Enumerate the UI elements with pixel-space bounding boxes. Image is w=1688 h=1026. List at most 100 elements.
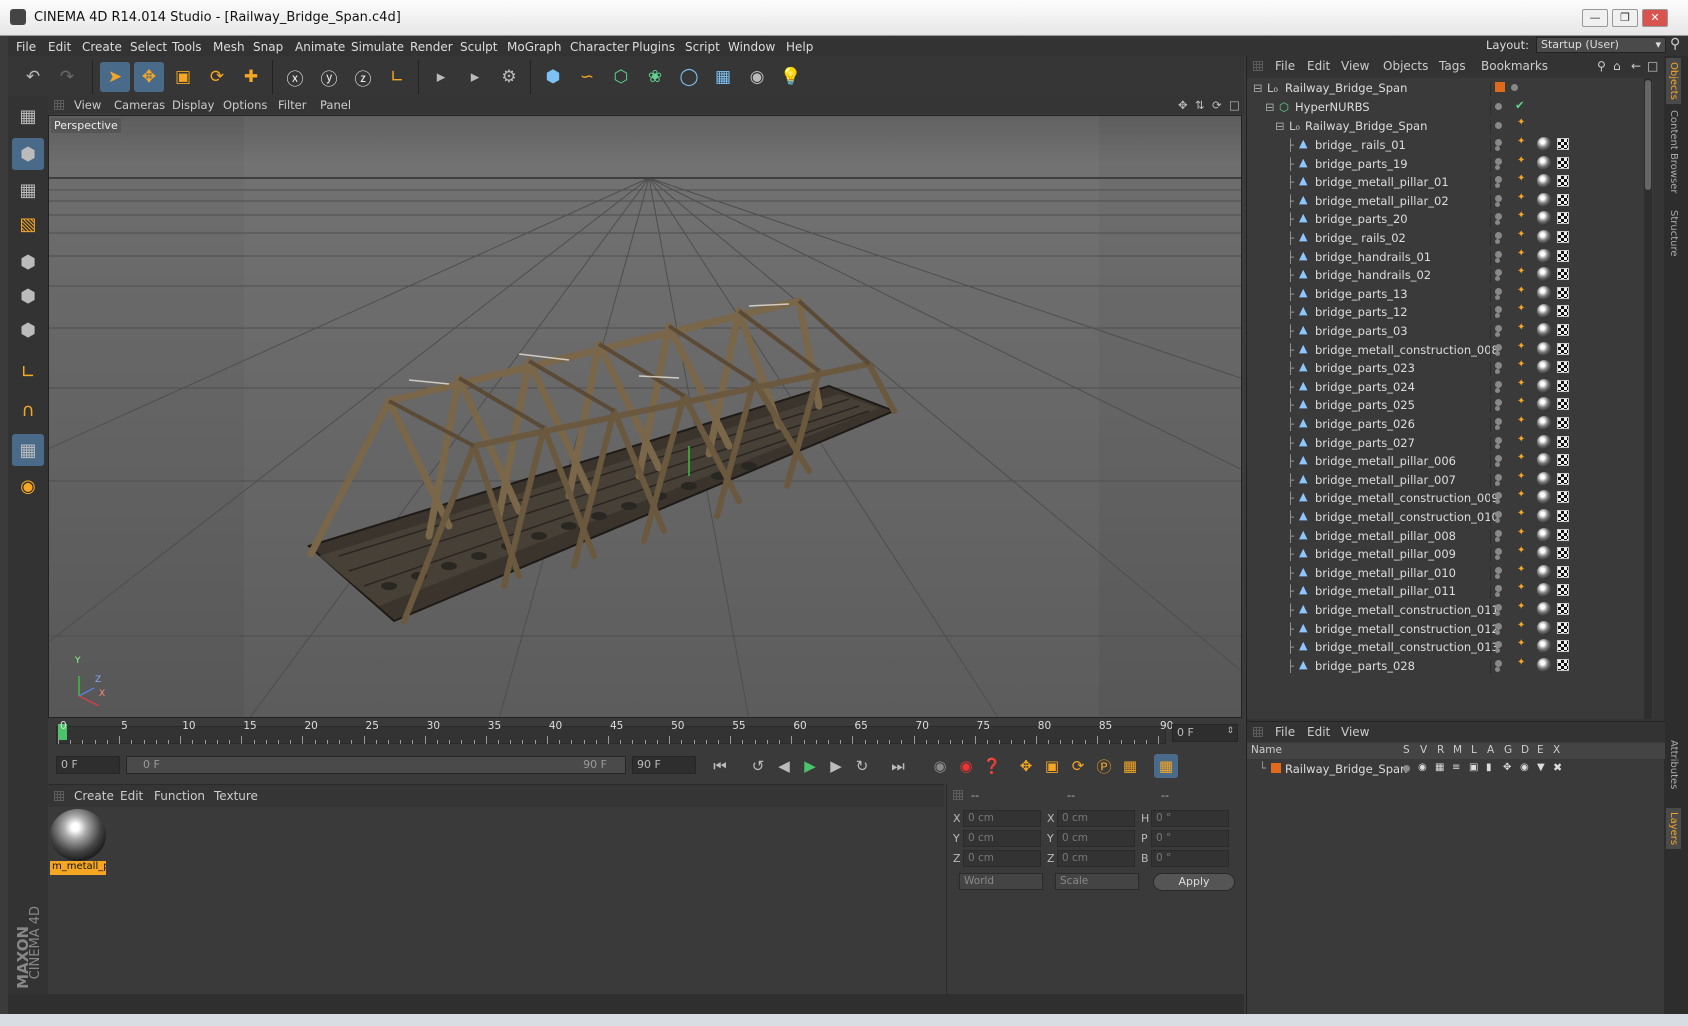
x-axis-lock-icon[interactable]: ⓧ (280, 62, 310, 92)
menu-select[interactable]: Select (130, 40, 167, 54)
start-frame-field[interactable]: 0 F (56, 756, 120, 774)
render-visibility-dot[interactable] (1495, 294, 1500, 300)
rotate-icon[interactable]: ⟳ (202, 62, 232, 92)
uvw-tag-icon[interactable] (1557, 417, 1569, 429)
phong-tag-icon[interactable]: ✦ (1517, 248, 1525, 259)
phong-tag-icon[interactable]: ✦ (1517, 657, 1525, 668)
uvw-tag-icon[interactable] (1557, 528, 1569, 541)
coord-pos-y-field[interactable]: 0 cm (963, 830, 1041, 847)
perspective-viewport[interactable]: Perspective Y Z X (48, 115, 1242, 718)
render-visibility-dot[interactable] (1495, 536, 1500, 542)
model-mode-icon[interactable]: ⬢ (12, 138, 44, 170)
render-settings-icon[interactable]: ⚙ (494, 62, 524, 92)
render-visibility-dot[interactable] (1495, 146, 1500, 151)
material-tag-icon[interactable] (1537, 564, 1551, 579)
coordinate-system-icon[interactable]: ∟ (382, 62, 412, 92)
phong-tag-icon[interactable]: ✦ (1517, 415, 1525, 426)
object-row[interactable]: ├ ▲ bridge_metall_pillar_007 ✦ (1247, 470, 1653, 490)
render-visibility-dot[interactable] (1495, 480, 1500, 486)
phong-tag-icon[interactable]: ✦ (1517, 136, 1525, 147)
viewport-menu-panel[interactable]: Panel (320, 98, 351, 112)
material-menu-create[interactable]: Create (74, 789, 114, 803)
view-toggle-icon[interactable]: ◉ (1418, 762, 1427, 773)
menu-plugins[interactable]: Plugins (632, 40, 675, 54)
visibility-dot[interactable] (1511, 84, 1518, 91)
axis-mode-icon[interactable]: ∟ (12, 356, 44, 388)
editor-visibility-dot[interactable] (1495, 343, 1502, 351)
texture-mode-icon[interactable]: ▦ (12, 174, 44, 206)
edges-mode-icon[interactable]: ⬢ (12, 280, 44, 312)
menu-mograph[interactable]: MoGraph (507, 40, 562, 54)
object-row[interactable]: ├ ▲ bridge_handrails_02 ✦ (1247, 265, 1653, 285)
object-row[interactable]: ├ ▲ bridge_parts_03 ✦ (1247, 321, 1653, 341)
menu-render[interactable]: Render (410, 40, 453, 54)
editor-visibility-dot[interactable] (1495, 511, 1502, 518)
render-visibility-dot[interactable] (1495, 425, 1500, 430)
uvw-tag-icon[interactable] (1557, 379, 1569, 392)
layer-col-render[interactable]: R (1437, 744, 1444, 756)
material-tag-icon[interactable] (1537, 323, 1551, 337)
layer-col-name[interactable]: Name (1251, 744, 1282, 756)
render-visibility-dot[interactable] (1495, 462, 1500, 468)
menu-file[interactable]: File (16, 40, 36, 54)
material-tag-icon[interactable] (1537, 602, 1551, 616)
tab-content-browser[interactable]: Content Browser (1666, 106, 1681, 197)
viewport-menu-options[interactable]: Options (223, 98, 267, 112)
editor-visibility-dot[interactable] (1495, 325, 1502, 332)
material-tag-icon[interactable] (1537, 453, 1551, 468)
editor-visibility-dot[interactable] (1495, 641, 1502, 649)
phong-tag-icon[interactable]: ✦ (1517, 508, 1525, 519)
render-visibility-dot[interactable] (1495, 276, 1500, 282)
render-visibility-dot[interactable] (1495, 499, 1500, 505)
phong-tag-icon[interactable]: ✦ (1517, 210, 1525, 221)
floor-icon[interactable]: ▦ (708, 62, 738, 92)
render-visibility-dot[interactable] (1495, 332, 1500, 337)
menu-simulate[interactable]: Simulate (351, 40, 404, 54)
last-tool-icon[interactable]: ✚ (236, 62, 266, 92)
lock-toggle-icon[interactable]: ▣ (1469, 762, 1478, 773)
workplane-mode-icon[interactable]: ▧ (12, 208, 44, 240)
editor-visibility-dot[interactable] (1495, 455, 1502, 463)
viewport-menu-view[interactable]: View (74, 98, 101, 112)
material-tag-icon[interactable] (1537, 341, 1551, 356)
editor-visibility-dot[interactable] (1495, 548, 1502, 556)
object-row[interactable]: ├ ▲ bridge_parts_20 ✦ (1247, 209, 1653, 229)
material-tag-icon[interactable] (1537, 230, 1551, 244)
render-visibility-dot[interactable] (1495, 648, 1500, 654)
end-frame-field[interactable]: 90 F (632, 756, 696, 774)
render-toggle-icon[interactable]: ▦ (1435, 762, 1444, 773)
editor-visibility-dot[interactable] (1495, 139, 1502, 146)
layer-col-xref[interactable]: X (1553, 744, 1560, 756)
object-row[interactable]: ├ ▲ bridge_parts_12 ✦ (1247, 302, 1653, 322)
phong-tag-icon[interactable]: ✦ (1517, 303, 1525, 314)
material-tag-icon[interactable] (1537, 137, 1551, 151)
uvw-tag-icon[interactable] (1557, 472, 1569, 485)
layout-select[interactable]: Startup (User) ▾ (1536, 37, 1666, 53)
object-menu-view[interactable]: View (1341, 59, 1369, 73)
phong-tag-icon[interactable]: ✦ (1517, 638, 1525, 649)
material-menu-edit[interactable]: Edit (120, 789, 143, 803)
editor-visibility-dot[interactable] (1495, 213, 1502, 221)
preview-range-slider[interactable]: 0 F 90 F (126, 756, 626, 774)
viewport-pan-icon[interactable]: ✥ (1178, 98, 1188, 112)
object-row[interactable]: ├ ▲ bridge_parts_028 ✦ (1247, 656, 1653, 676)
next-frame-icon[interactable]: ▶ (824, 754, 848, 778)
render-visibility-dot[interactable] (1495, 555, 1500, 561)
material-tag-icon[interactable] (1537, 620, 1551, 635)
menu-window[interactable]: Window (728, 40, 775, 54)
object-row[interactable]: ├ ▲ bridge_metall_pillar_01 ✦ (1247, 172, 1653, 192)
array-icon[interactable]: ❀ (640, 62, 670, 92)
phong-tag-icon[interactable]: ✦ (1517, 452, 1525, 463)
new-panel-icon[interactable]: □ (1647, 59, 1658, 73)
timeline-window-icon[interactable]: ▦ (1154, 754, 1178, 778)
uvw-tag-icon[interactable] (1557, 231, 1569, 243)
object-menu-file[interactable]: File (1275, 59, 1295, 73)
material-menu-function[interactable]: Function (154, 789, 205, 803)
phong-tag-icon[interactable]: ✦ (1517, 155, 1525, 166)
material-swatch[interactable]: m_metall_p (50, 809, 106, 875)
render-visibility-dot[interactable] (1495, 257, 1500, 263)
material-tag-icon[interactable] (1537, 471, 1551, 486)
uvw-tag-icon[interactable] (1557, 212, 1569, 225)
visibility-dot[interactable] (1495, 103, 1502, 110)
key-pla-icon[interactable]: ▦ (1118, 754, 1142, 778)
